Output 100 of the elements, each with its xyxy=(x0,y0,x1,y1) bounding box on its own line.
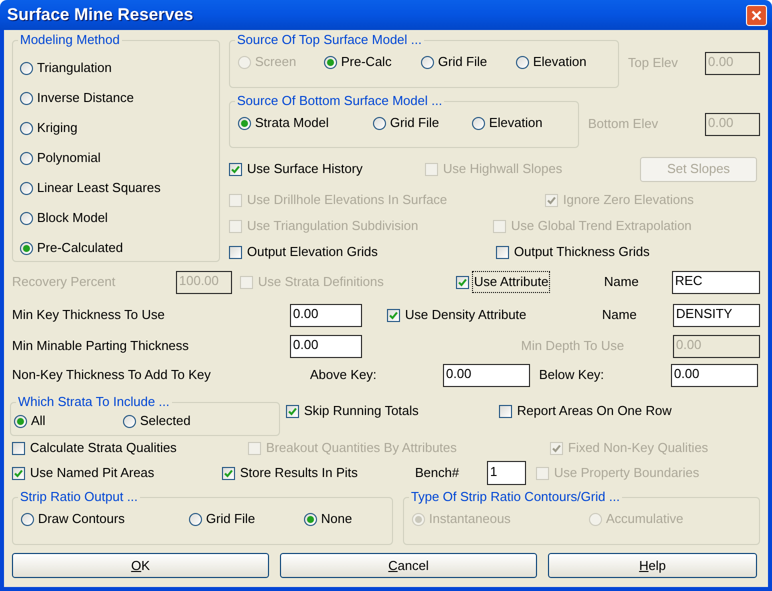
close-button[interactable] xyxy=(746,4,767,26)
field-label: Min Key Thickness To Use xyxy=(12,306,166,324)
checkbox[interactable] xyxy=(229,162,242,176)
radio-label: Accumulative xyxy=(606,510,684,528)
field-label: Bottom Elev xyxy=(588,115,660,134)
checkbox-label: Use Strata Definitions xyxy=(257,273,385,292)
radio-button[interactable] xyxy=(238,116,251,130)
checkbox-label: Use Highwall Slopes xyxy=(442,160,564,178)
checkbox[interactable] xyxy=(229,246,242,258)
radio-button[interactable] xyxy=(20,152,33,164)
checkbox-label: Breakout Quantities By Attributes xyxy=(265,439,458,458)
checkbox-label: Use Global Trend Extrapolation xyxy=(510,217,693,236)
field-label: Top Elev xyxy=(628,54,679,72)
radio-button[interactable] xyxy=(516,56,529,68)
checkbox-label: Output Thickness Grids xyxy=(513,243,651,262)
radio-button[interactable] xyxy=(20,62,33,74)
radio-button[interactable] xyxy=(20,212,33,224)
radio-label: Pre-Calculated xyxy=(37,239,123,258)
radio-label: Instantaneous xyxy=(429,510,511,528)
checkbox-label: Use Attribute xyxy=(473,272,550,292)
field-label: Min Depth To Use xyxy=(521,337,626,356)
radio-button[interactable] xyxy=(20,242,33,254)
radio-button[interactable] xyxy=(20,92,33,104)
check-icon xyxy=(389,310,398,320)
dialog-button[interactable]: Cancel xyxy=(280,553,537,578)
input-field[interactable]: 0.00 xyxy=(290,334,362,358)
input-field[interactable]: 0.00 xyxy=(443,364,530,386)
input-field[interactable]: 1 xyxy=(487,461,526,485)
checkbox-label: Calculate Strata Qualities xyxy=(29,439,178,458)
input-field[interactable]: 0.00 xyxy=(671,364,758,386)
check-icon xyxy=(224,468,233,478)
checkbox-label: Skip Running Totals xyxy=(303,402,420,420)
dialog-button[interactable]: OK xyxy=(12,553,269,578)
checkbox[interactable] xyxy=(286,404,299,418)
checkbox[interactable] xyxy=(496,246,509,258)
checkbox[interactable] xyxy=(499,404,512,418)
checkbox-label: Output Elevation Grids xyxy=(246,243,379,262)
field-label: Below Key: xyxy=(539,366,606,384)
group-title: Modeling Method xyxy=(19,33,121,47)
radio-label: All xyxy=(31,412,46,430)
check-icon xyxy=(231,164,240,174)
field-label: Name xyxy=(602,306,638,324)
close-icon xyxy=(751,10,762,20)
radio-button[interactable] xyxy=(123,414,136,428)
checkbox[interactable] xyxy=(456,276,469,288)
radio-label: Triangulation xyxy=(37,59,112,78)
radio-label: Elevation xyxy=(489,114,542,132)
group-title: Type Of Strip Ratio Contours/Grid ... xyxy=(410,490,621,504)
checkbox[interactable] xyxy=(387,308,400,322)
checkbox[interactable] xyxy=(12,442,25,454)
radio-button[interactable] xyxy=(189,512,202,526)
checkbox-label: Use Property Boundaries xyxy=(553,464,700,482)
radio-button[interactable] xyxy=(20,122,33,134)
radio-label: Draw Contours xyxy=(38,510,125,528)
radio-label: None xyxy=(321,510,352,528)
check-icon xyxy=(552,444,561,452)
checkbox-label: Store Results In Pits xyxy=(239,464,359,482)
radio-label: Screen xyxy=(255,53,296,72)
radio-button[interactable] xyxy=(14,414,27,428)
radio-button[interactable] xyxy=(472,116,485,130)
input-field[interactable]: DENSITY xyxy=(673,304,760,326)
field-label: Above Key: xyxy=(310,366,378,384)
group-title: Which Strata To Include ... xyxy=(17,395,170,409)
radio-label: Kriging xyxy=(37,119,78,138)
radio-button[interactable] xyxy=(373,116,386,130)
radio-label: Inverse Distance xyxy=(37,89,134,108)
field-label: Non-Key Thickness To Add To Key xyxy=(12,366,212,384)
radio-label: Selected xyxy=(140,412,191,430)
radio-label: Pre-Calc xyxy=(341,53,392,72)
radio-button[interactable] xyxy=(324,56,337,68)
radio-label: Block Model xyxy=(37,209,108,228)
check-icon xyxy=(288,406,297,416)
checkbox[interactable] xyxy=(12,466,25,480)
radio-label: Elevation xyxy=(533,53,586,72)
input-field[interactable]: 0.00 xyxy=(290,304,362,326)
radio-label: Grid File xyxy=(390,114,440,132)
group-title: Source Of Bottom Surface Model ... xyxy=(236,94,444,108)
radio-button[interactable] xyxy=(21,512,34,526)
radio-label: Linear Least Squares xyxy=(37,179,161,198)
radio-label: Polynomial xyxy=(37,149,101,168)
field-label: Bench# xyxy=(415,464,460,482)
field-label: Min Minable Parting Thickness xyxy=(12,337,190,356)
dialog-button[interactable]: Help xyxy=(548,553,757,578)
group-title: Source Of Top Surface Model ... xyxy=(236,33,423,47)
input-field[interactable]: REC xyxy=(672,270,760,294)
radio-label: Grid File xyxy=(438,53,488,72)
field-label: Recovery Percent xyxy=(12,273,116,292)
radio-button[interactable] xyxy=(304,512,317,526)
checkbox-label: Use Drillhole Elevations In Surface xyxy=(246,191,448,210)
check-icon xyxy=(14,468,23,478)
checkbox-label: Report Areas On One Row xyxy=(516,402,673,420)
checkbox-label: Use Named Pit Areas xyxy=(29,464,156,482)
checkbox[interactable] xyxy=(222,466,235,480)
checkbox-label: Use Density Attribute xyxy=(404,306,528,324)
checkbox-label: Use Triangulation Subdivision xyxy=(246,217,420,236)
check-icon xyxy=(458,278,467,286)
checkbox-label: Ignore Zero Elevations xyxy=(562,191,695,210)
radio-button[interactable] xyxy=(20,182,33,194)
radio-label: Strata Model xyxy=(255,114,329,132)
radio-button[interactable] xyxy=(421,56,434,68)
